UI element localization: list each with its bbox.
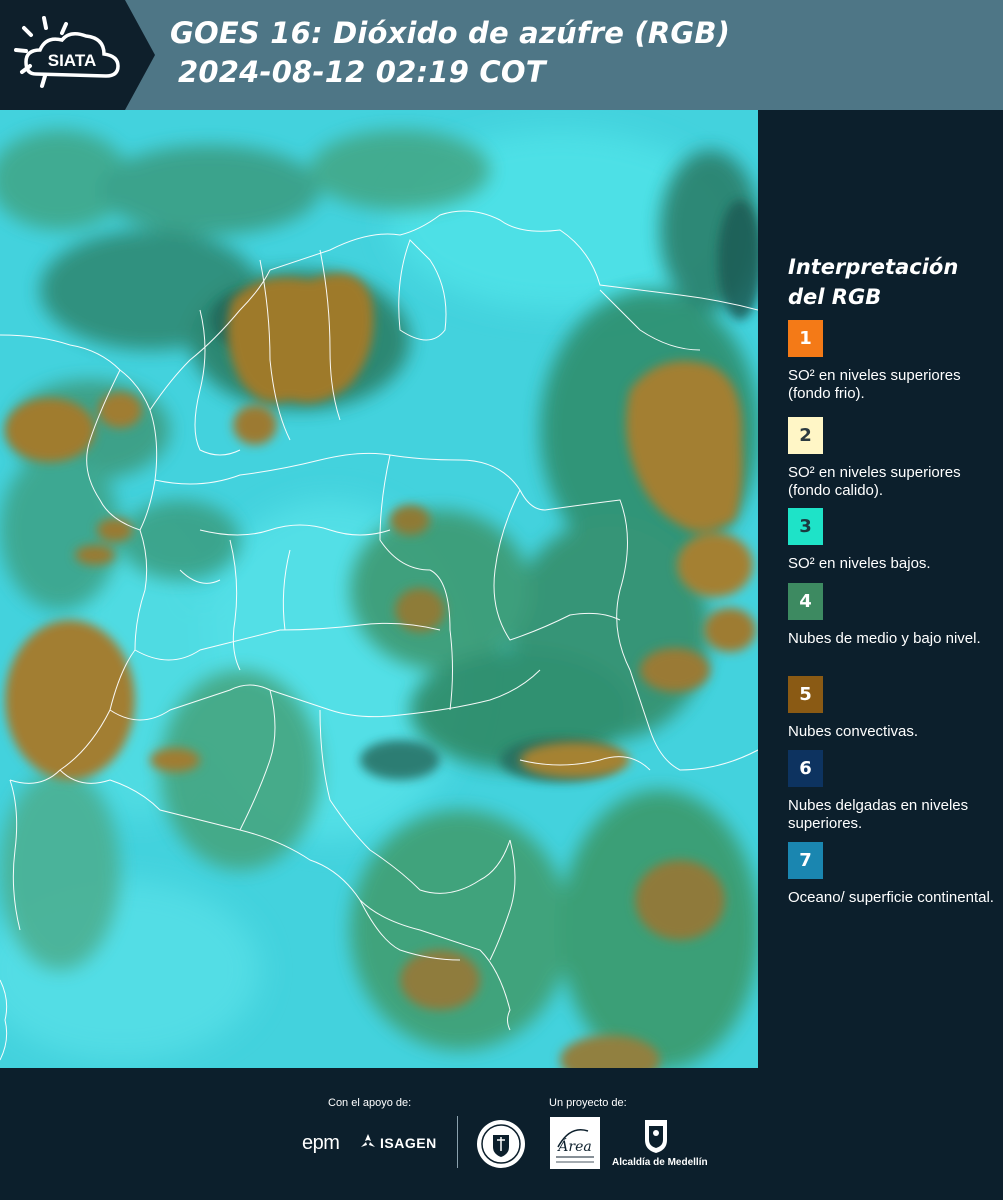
siata-logo-icon: SIATA (14, 16, 120, 88)
legend-label-4: Nubes de medio y bajo nivel. (788, 630, 981, 647)
satellite-map (0, 110, 758, 1068)
legend-swatch-1: 1 (788, 320, 823, 357)
legend-title: Interpretación del RGB (788, 252, 958, 312)
page-timestamp: 2024-08-12 02:19 COT (178, 55, 546, 89)
legend-label-2: SO² en niveles superiores (fondo calido)… (788, 464, 961, 499)
footer-divider (457, 1116, 458, 1168)
area-logo-icon: Área (556, 1129, 594, 1163)
legend-label-7: Oceano/ superficie continental. (788, 889, 994, 906)
alcaldia-shield-icon (645, 1120, 667, 1153)
area-logo-text: Área (556, 1137, 591, 1155)
isagen-logo-icon (361, 1134, 375, 1147)
legend-label-6: Nubes delgadas en niveles superiores. (788, 797, 969, 832)
legend-label-3: SO² en niveles bajos. (788, 555, 931, 572)
footer: Con el apoyo de: Un proyecto de: epm ISA… (0, 1068, 1003, 1200)
legend-item-3: 3 SO² en niveles bajos. (788, 508, 998, 573)
siata-logo-text: SIATA (48, 51, 96, 70)
area-metropolitana-logo: Área (550, 1117, 600, 1169)
legend-title-line1: Interpretación (788, 255, 959, 279)
legend-item-7: 7 Oceano/ superficie continental. (788, 842, 998, 907)
epm-logo: epm (302, 1132, 340, 1154)
legend-label-5: Nubes convectivas. (788, 723, 919, 740)
header: SIATA GOES 16: Dióxido de azúfre (RGB) 2… (0, 0, 1003, 110)
legend-item-5: 5 Nubes convectivas. (788, 676, 998, 741)
legend-swatch-5: 5 (788, 676, 823, 713)
page-title: GOES 16: Dióxido de azúfre (RGB) (170, 16, 731, 50)
legend-label-1: SO² en niveles superiores (fondo frio). (788, 367, 961, 402)
legend-title-line2: del RGB (788, 285, 882, 309)
legend-item-6: 6 Nubes delgadas en niveles superiores. (788, 750, 998, 833)
alcaldia-logo-text: Alcaldía de Medellín (612, 1157, 708, 1168)
legend-swatch-3: 3 (788, 508, 823, 545)
legend-item-1: 1 SO² en niveles superiores (fondo frio)… (788, 320, 998, 403)
support-label: Con el apoyo de: (328, 1097, 412, 1109)
legend-swatch-6: 6 (788, 750, 823, 787)
legend-swatch-7: 7 (788, 842, 823, 879)
project-label: Un proyecto de: (549, 1097, 627, 1109)
legend-item-4: 4 Nubes de medio y bajo nivel. (788, 583, 998, 648)
siata-logo-block: SIATA (0, 0, 155, 110)
satellite-image (0, 110, 758, 1068)
isagen-logo: ISAGEN (380, 1135, 437, 1151)
legend-swatch-2: 2 (788, 417, 823, 454)
legend-panel: Interpretación del RGB 1 SO² en niveles … (760, 110, 1003, 1068)
legend-swatch-4: 4 (788, 583, 823, 620)
medellin-seal-icon (477, 1120, 525, 1168)
legend-item-2: 2 SO² en niveles superiores (fondo calid… (788, 417, 998, 500)
